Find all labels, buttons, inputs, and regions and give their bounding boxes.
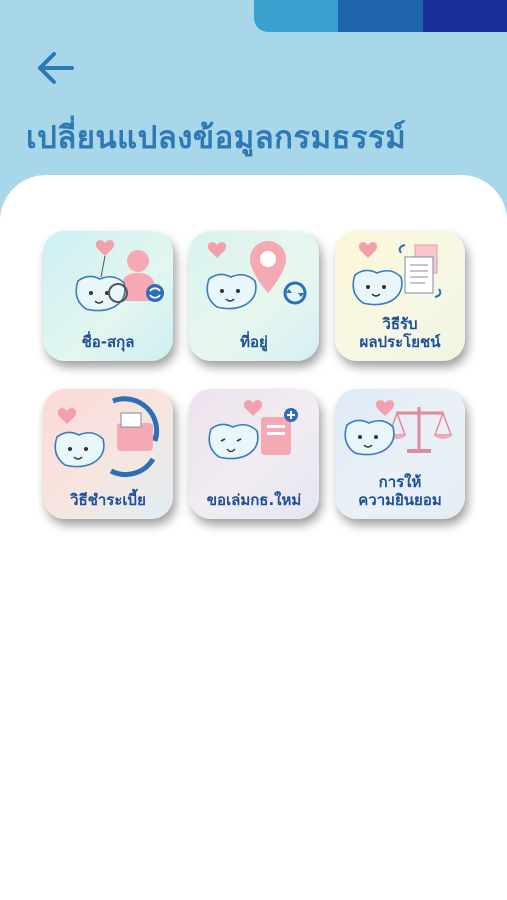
- tile-label: ชื่อ-สกุล: [81, 333, 135, 351]
- menu-tile-new-book[interactable]: ขอเล่มกธ.ใหม่: [189, 389, 319, 519]
- tile-label: ที่อยู่: [240, 333, 268, 351]
- tile-label: การให้ ความยินยอม: [358, 473, 442, 509]
- top-accent-stripes: [254, 0, 507, 32]
- page-title: เปลี่ยนแปลงข้อมูลกรมธรรม์: [26, 120, 407, 156]
- menu-tile-consent[interactable]: การให้ ความยินยอม: [335, 389, 465, 519]
- tile-label: ขอเล่มกธ.ใหม่: [206, 491, 302, 509]
- menu-tile-address[interactable]: ที่อยู่: [189, 231, 319, 361]
- tile-label: วิธีชำระเบี้ย: [70, 491, 146, 509]
- arrow-left-icon: [38, 52, 74, 84]
- tile-label: วิธีรับ ผลประโยชน์: [359, 315, 441, 351]
- back-button[interactable]: [34, 48, 78, 88]
- menu-tile-payment[interactable]: วิธีชำระเบี้ย: [43, 389, 173, 519]
- menu-tile-name[interactable]: ชื่อ-สกุล: [43, 231, 173, 361]
- menu-tile-benefit[interactable]: วิธีรับ ผลประโยชน์: [335, 231, 465, 361]
